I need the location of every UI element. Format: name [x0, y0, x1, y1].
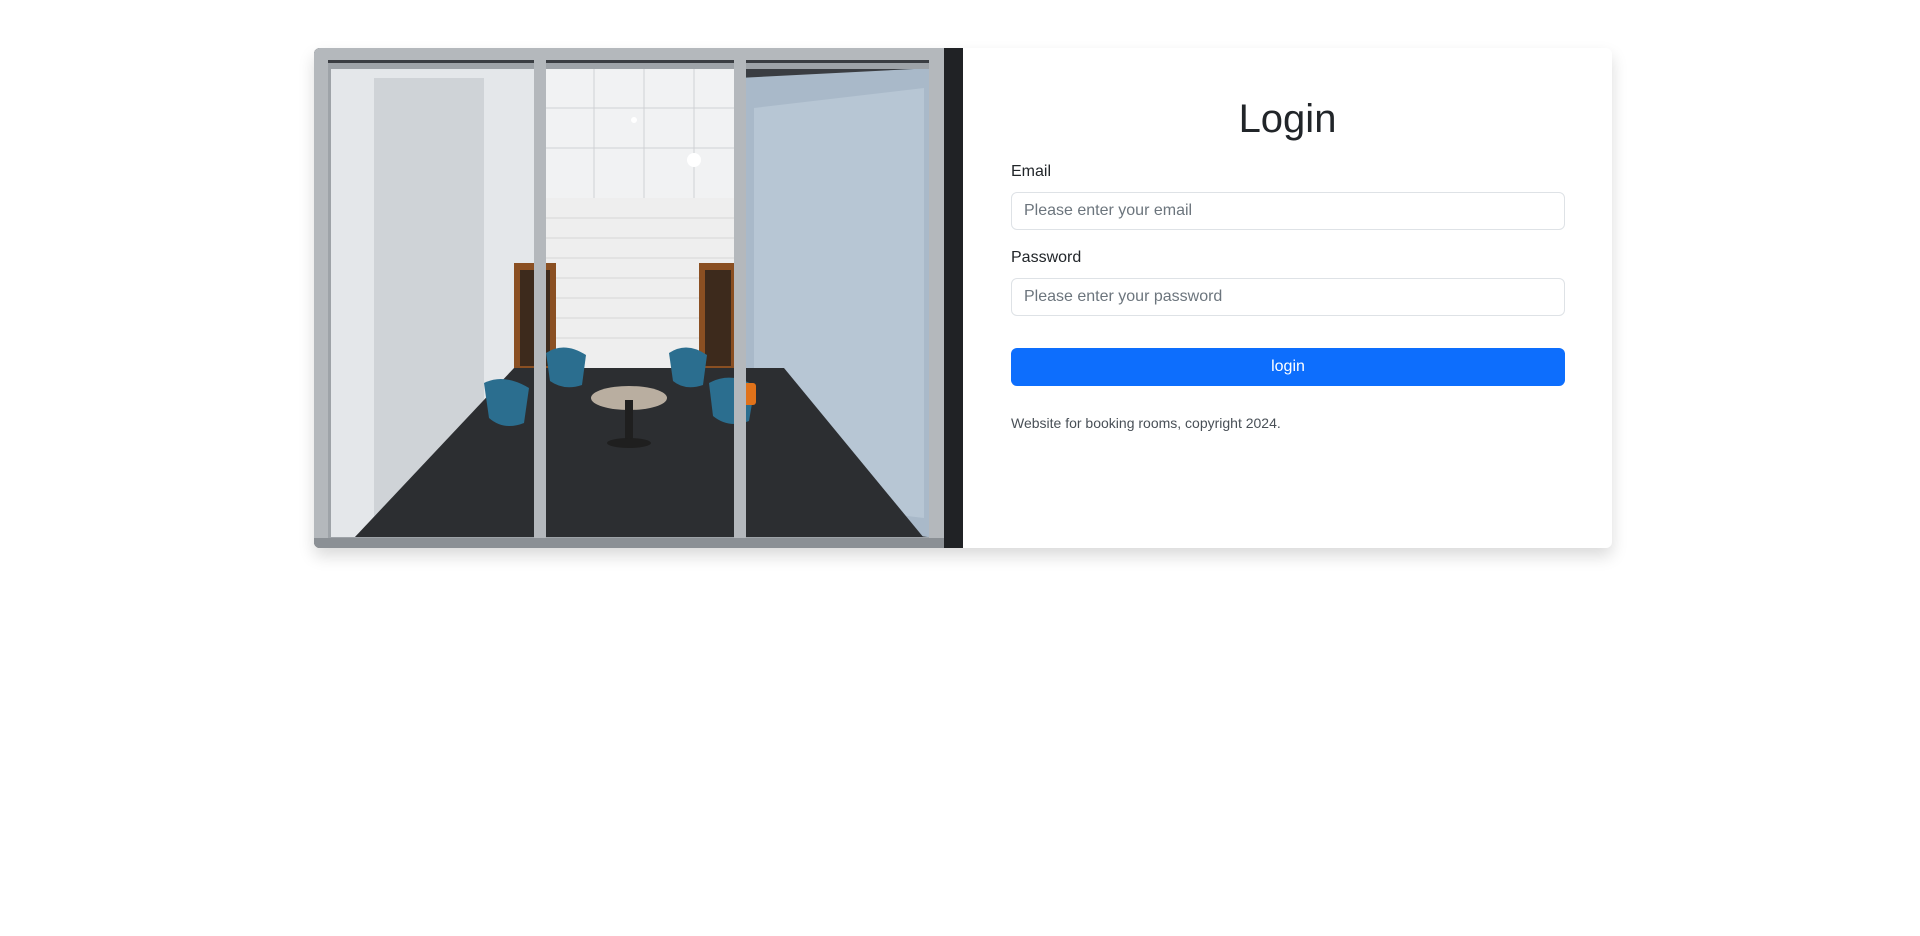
email-field[interactable] — [1011, 192, 1565, 230]
login-form-panel: Login Email Password login Website for b… — [963, 48, 1612, 548]
login-card: Login Email Password login Website for b… — [314, 48, 1612, 548]
password-field[interactable] — [1011, 278, 1565, 316]
meeting-room-photo — [314, 48, 963, 548]
password-label: Password — [1011, 249, 1082, 266]
email-label: Email — [1011, 163, 1052, 180]
login-button[interactable]: login — [1011, 348, 1565, 386]
footer-copyright-text: Website for booking rooms, copyright 202… — [1011, 415, 1281, 431]
login-title: Login — [1238, 97, 1337, 141]
